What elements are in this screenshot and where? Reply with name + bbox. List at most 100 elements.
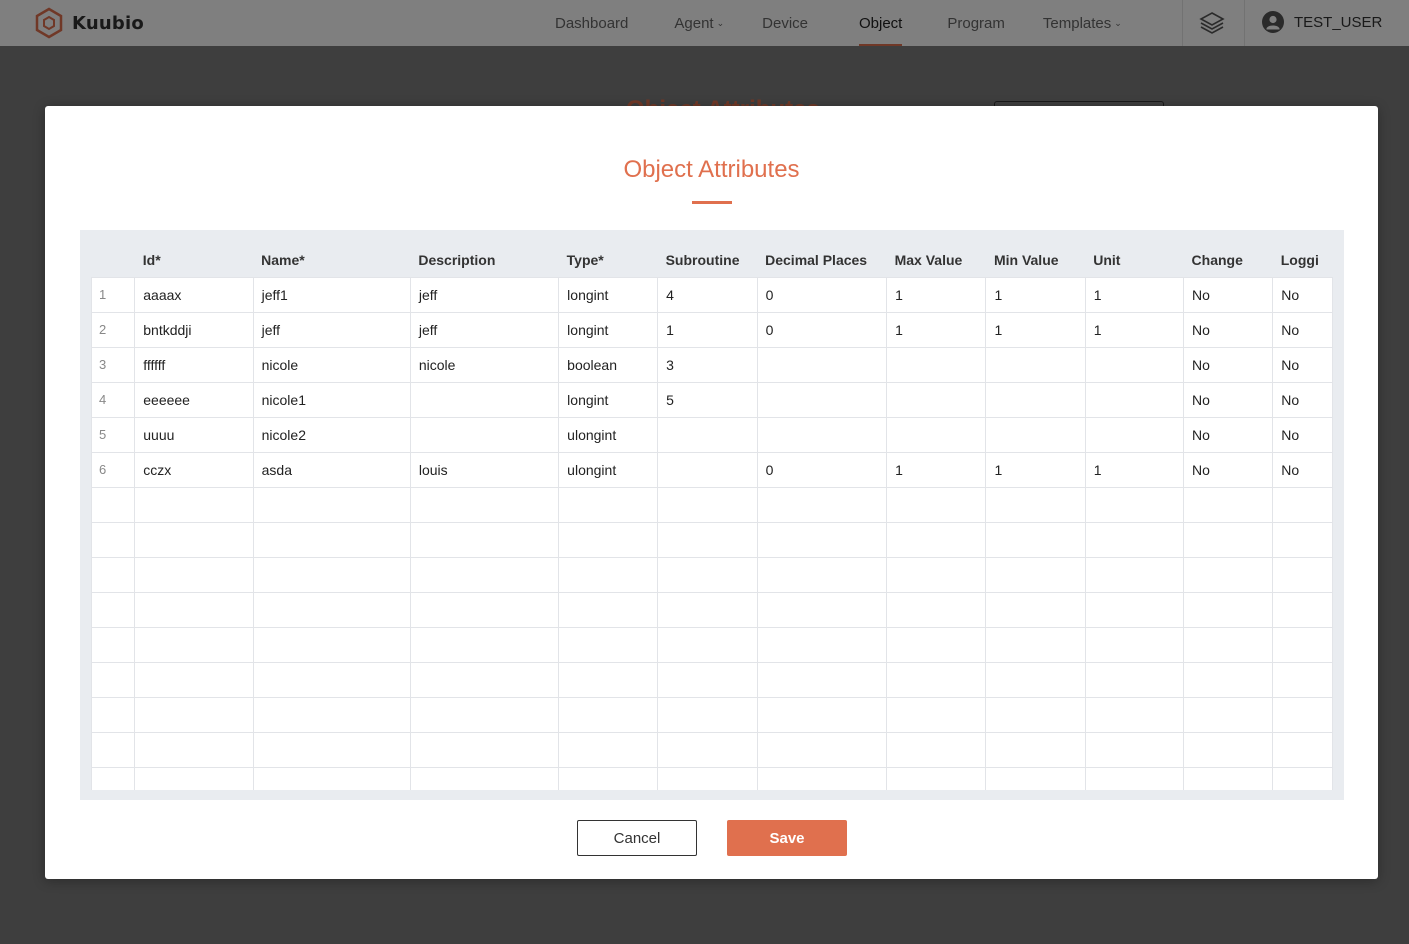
- table-cell[interactable]: [756, 696, 888, 733]
- table-cell[interactable]: [657, 521, 758, 558]
- table-cell[interactable]: [409, 731, 560, 768]
- table-cell[interactable]: 1: [886, 311, 987, 348]
- table-cell[interactable]: [409, 696, 560, 733]
- table-cell[interactable]: [1183, 626, 1274, 663]
- table-cell[interactable]: [756, 766, 888, 790]
- table-cell[interactable]: No: [1272, 381, 1333, 418]
- table-cell[interactable]: [91, 521, 136, 558]
- table-cell[interactable]: [252, 591, 411, 628]
- table-cell[interactable]: [1084, 416, 1185, 453]
- table-cell[interactable]: [558, 696, 659, 733]
- table-cell[interactable]: [657, 451, 758, 488]
- table-cell[interactable]: 1: [1084, 276, 1185, 313]
- table-cell[interactable]: No: [1272, 346, 1333, 383]
- table-cell[interactable]: longint: [558, 381, 659, 418]
- table-cell[interactable]: [886, 416, 987, 453]
- table-cell[interactable]: [558, 766, 659, 790]
- table-cell[interactable]: No: [1183, 311, 1274, 348]
- table-cell[interactable]: [409, 626, 560, 663]
- table-cell[interactable]: [756, 521, 888, 558]
- table-cell[interactable]: [1183, 766, 1274, 790]
- table-cell[interactable]: [91, 696, 136, 733]
- table-cell[interactable]: nicole: [409, 346, 560, 383]
- table-cell[interactable]: No: [1183, 451, 1274, 488]
- table-cell[interactable]: [252, 556, 411, 593]
- table-cell[interactable]: 1: [1084, 451, 1185, 488]
- table-cell[interactable]: [886, 696, 987, 733]
- table-cell[interactable]: [252, 731, 411, 768]
- table-cell[interactable]: [558, 661, 659, 698]
- table-cell[interactable]: [1183, 556, 1274, 593]
- table-cell[interactable]: [657, 696, 758, 733]
- table-cell[interactable]: [558, 486, 659, 523]
- table-cell[interactable]: [558, 591, 659, 628]
- table-cell[interactable]: jeff: [409, 311, 560, 348]
- table-cell[interactable]: [1183, 521, 1274, 558]
- table-cell[interactable]: [1183, 696, 1274, 733]
- table-cell[interactable]: [409, 521, 560, 558]
- table-cell[interactable]: nicole1: [252, 381, 411, 418]
- table-cell[interactable]: [134, 591, 254, 628]
- table-cell[interactable]: [409, 416, 560, 453]
- table-cell[interactable]: 3: [657, 346, 758, 383]
- table-cell[interactable]: [985, 521, 1086, 558]
- table-cell[interactable]: [252, 626, 411, 663]
- table-cell[interactable]: [134, 486, 254, 523]
- table-cell[interactable]: [1084, 521, 1185, 558]
- table-cell[interactable]: [1084, 591, 1185, 628]
- table-cell[interactable]: cczx: [134, 451, 254, 488]
- table-cell[interactable]: [558, 556, 659, 593]
- table-cell[interactable]: [1183, 486, 1274, 523]
- table-cell[interactable]: [886, 346, 987, 383]
- table-cell[interactable]: [1272, 731, 1333, 768]
- table-cell[interactable]: [886, 731, 987, 768]
- table-cell[interactable]: nicole2: [252, 416, 411, 453]
- table-cell[interactable]: boolean: [558, 346, 659, 383]
- table-cell[interactable]: ulongint: [558, 451, 659, 488]
- table-cell[interactable]: No: [1183, 346, 1274, 383]
- table-cell[interactable]: [886, 556, 987, 593]
- table-cell[interactable]: [985, 416, 1086, 453]
- table-cell[interactable]: No: [1272, 276, 1333, 313]
- table-cell[interactable]: [985, 346, 1086, 383]
- table-cell[interactable]: 1: [657, 311, 758, 348]
- table-cell[interactable]: 1: [985, 276, 1086, 313]
- table-cell[interactable]: [1272, 661, 1333, 698]
- table-cell[interactable]: louis: [409, 451, 560, 488]
- table-cell[interactable]: longint: [558, 311, 659, 348]
- table-cell[interactable]: [558, 626, 659, 663]
- table-cell[interactable]: [1084, 626, 1185, 663]
- table-cell[interactable]: [985, 591, 1086, 628]
- table-cell[interactable]: [657, 626, 758, 663]
- table-cell[interactable]: jeff: [409, 276, 560, 313]
- table-cell[interactable]: [1183, 661, 1274, 698]
- table-cell[interactable]: [1272, 626, 1333, 663]
- table-cell[interactable]: [1272, 766, 1333, 790]
- table-cell[interactable]: 5: [657, 381, 758, 418]
- table-cell[interactable]: [756, 556, 888, 593]
- table-cell[interactable]: No: [1272, 416, 1333, 453]
- table-cell[interactable]: [134, 661, 254, 698]
- table-cell[interactable]: [91, 591, 136, 628]
- table-cell[interactable]: No: [1272, 311, 1333, 348]
- table-cell[interactable]: [1084, 696, 1185, 733]
- table-cell[interactable]: [1084, 766, 1185, 790]
- table-cell[interactable]: eeeeee: [134, 381, 254, 418]
- table-cell[interactable]: [1272, 521, 1333, 558]
- table-cell[interactable]: [409, 381, 560, 418]
- table-cell[interactable]: jeff1: [252, 276, 411, 313]
- table-cell[interactable]: [558, 731, 659, 768]
- table-cell[interactable]: 1: [985, 451, 1086, 488]
- table-cell[interactable]: [1183, 591, 1274, 628]
- table-cell[interactable]: [657, 556, 758, 593]
- cancel-button[interactable]: Cancel: [577, 820, 697, 856]
- table-cell[interactable]: [1272, 696, 1333, 733]
- table-cell[interactable]: [985, 731, 1086, 768]
- table-cell[interactable]: 0: [756, 311, 888, 348]
- table-cell[interactable]: [657, 766, 758, 790]
- table-cell[interactable]: [1272, 591, 1333, 628]
- table-cell[interactable]: 0: [756, 451, 888, 488]
- table-cell[interactable]: [91, 731, 136, 768]
- table-cell[interactable]: [1272, 486, 1333, 523]
- table-cell[interactable]: [409, 591, 560, 628]
